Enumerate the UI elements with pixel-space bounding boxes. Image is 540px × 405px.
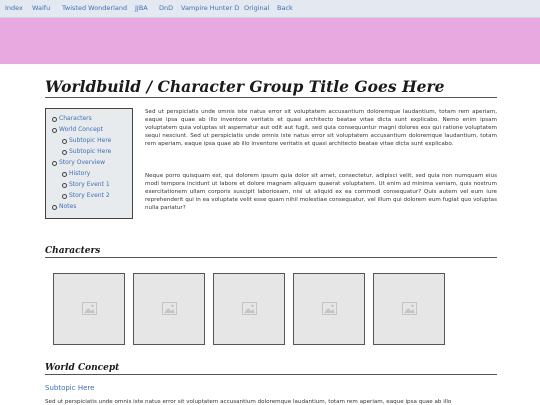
section-heading-world-concept: World Concept	[45, 363, 120, 373]
nav-link-back[interactable]: Back	[277, 4, 293, 12]
character-thumbnail-3[interactable]	[213, 273, 285, 345]
nav-link-dnd[interactable]: DnD	[159, 4, 173, 12]
section-heading-characters: Characters	[45, 246, 101, 256]
image-placeholder-icon	[242, 302, 257, 315]
toc-item-subtopic-1[interactable]: Subtopic Here	[61, 137, 111, 144]
toc-item-history[interactable]: History	[61, 170, 90, 177]
table-of-contents: Characters World Concept Subtopic Here S…	[45, 108, 133, 219]
header-banner	[0, 18, 540, 64]
toc-item-world-concept[interactable]: World Concept	[52, 126, 103, 133]
top-nav: Index Waifu Twisted Wonderland JJBA DnD …	[0, 0, 540, 18]
image-placeholder-icon	[82, 302, 97, 315]
page-title: Worldbuild / Character Group Title Goes …	[45, 77, 445, 96]
nav-link-original[interactable]: Original	[244, 4, 269, 12]
character-thumbnail-4[interactable]	[293, 273, 365, 345]
toc-item-notes[interactable]: Notes	[51, 203, 76, 210]
toc-item-story-event-2[interactable]: Story Event 2	[62, 192, 110, 199]
toc-item-characters[interactable]: Characters	[52, 115, 92, 122]
image-placeholder-icon	[162, 302, 177, 315]
intro-paragraph-1: Sed ut perspiciatis unde omnis iste natu…	[145, 109, 497, 147]
world-concept-paragraph: Sed ut perspiciatis unde omnis iste natu…	[45, 399, 452, 405]
image-placeholder-icon	[322, 302, 337, 315]
toc-item-subtopic-2[interactable]: Subtopic Here	[61, 148, 111, 155]
intro-paragraph-2: Neque porro quisquam est, qui dolorem ip…	[145, 173, 497, 211]
character-thumbnail-1[interactable]	[53, 273, 125, 345]
nav-link-vampire-hunter-d[interactable]: Vampire Hunter D	[181, 4, 239, 12]
toc-item-story-overview[interactable]: Story Overview	[51, 159, 105, 166]
character-thumbnail-5[interactable]	[373, 273, 445, 345]
nav-link-waifu[interactable]: Waifu	[32, 4, 50, 12]
character-thumbnail-2[interactable]	[133, 273, 205, 345]
nav-link-index[interactable]: Index	[5, 4, 23, 12]
toc-item-story-event-1[interactable]: Story Event 1	[62, 181, 110, 188]
image-placeholder-icon	[402, 302, 417, 315]
subtopic-heading: Subtopic Here	[45, 384, 95, 392]
nav-link-jjba[interactable]: JJBA	[135, 4, 148, 12]
characters-divider	[45, 257, 497, 258]
nav-link-twisted-wonderland[interactable]: Twisted Wonderland	[62, 4, 127, 12]
title-divider	[45, 97, 497, 98]
world-concept-divider	[45, 374, 497, 375]
